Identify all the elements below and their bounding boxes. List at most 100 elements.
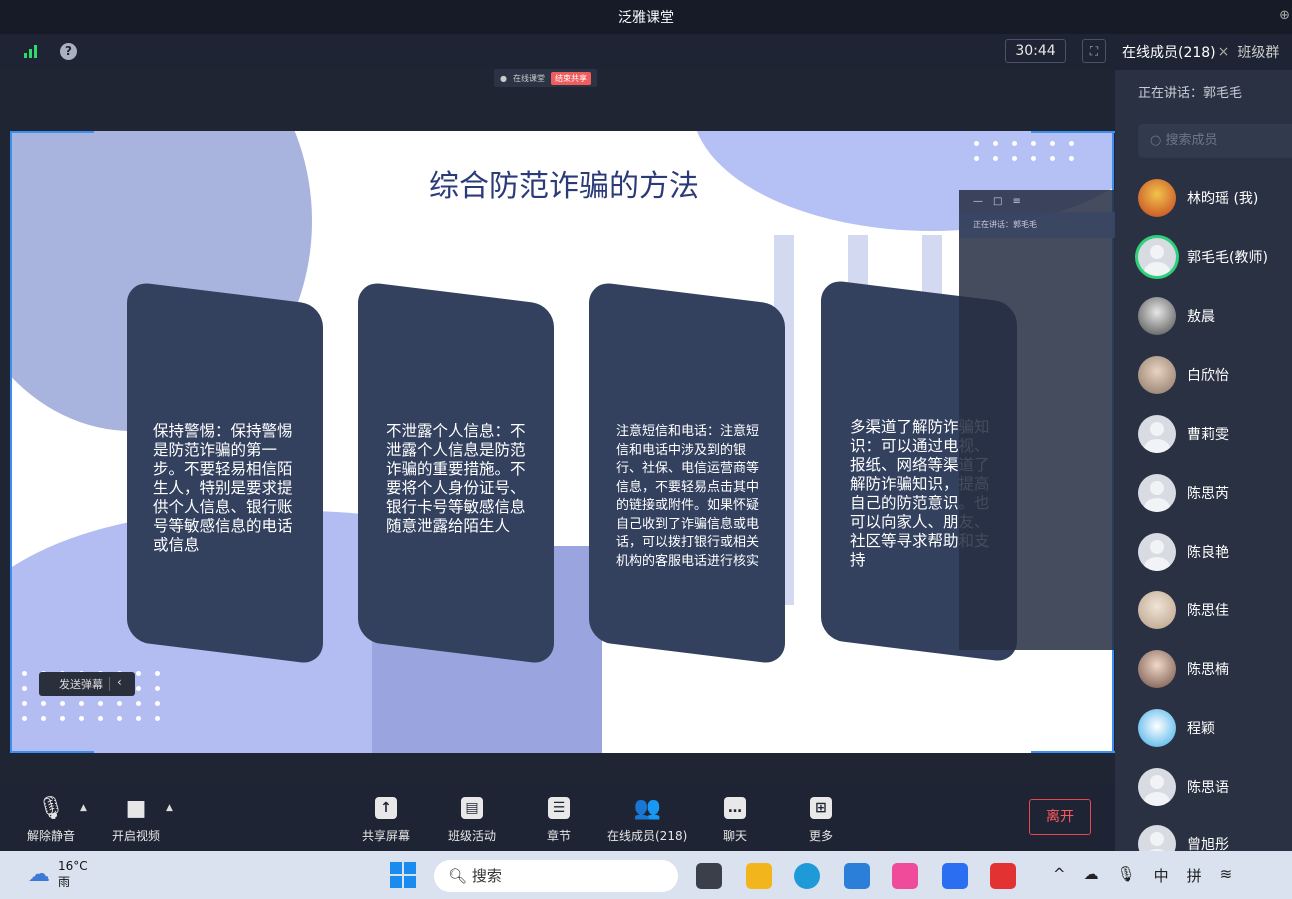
edge-browser-icon[interactable] <box>794 863 820 889</box>
member-item[interactable]: 曾旭彤 <box>1138 825 1229 851</box>
avatar <box>1138 179 1176 217</box>
members-icon: 👥 <box>633 795 661 821</box>
danmu-label: 发送弹幕 <box>59 678 103 691</box>
member-item[interactable]: 陈良艳 <box>1138 533 1229 571</box>
list-icon: ☰ <box>548 797 570 819</box>
signal-icon <box>24 44 37 58</box>
share-label: 在线课堂 <box>512 73 545 83</box>
meeting-toolbar: 🎙 解除静音 ▲ ■ 开启视频 ▲ ↑ 共享屏幕 ▤ 班级活动 ☰ 章节 👥 在… <box>0 783 1115 851</box>
taskbar-search[interactable]: 🔍︎ 搜索 <box>434 860 678 892</box>
member-item[interactable]: 程颖 <box>1138 709 1215 747</box>
card-text: 注意短信和电话：注意短信和电话中涉及到的银行、社保、电信运营商等信息，不要轻易点… <box>616 424 760 569</box>
rain-cloud-icon: ☁ <box>28 862 50 887</box>
avatar <box>1138 650 1176 688</box>
member-item[interactable]: 白欣怡 <box>1138 356 1229 394</box>
caret-up-icon[interactable]: ▲ <box>166 803 173 813</box>
chevron-left-icon[interactable]: ‹ <box>117 675 122 689</box>
camera-off-icon: ■ <box>125 795 147 821</box>
card-text: 保持警惕：保持警惕是防范诈骗的第一步。不要轻易相信陌生人，特别是要求提供个人信息… <box>153 422 293 554</box>
weather-widget[interactable]: ☁ 16°C 雨 <box>28 859 88 890</box>
leave-button[interactable]: 离开 <box>1029 799 1091 835</box>
app-icon[interactable] <box>892 863 918 889</box>
member-item[interactable]: 敖晨 <box>1138 297 1215 335</box>
wifi-icon[interactable]: ≋ <box>1220 865 1233 886</box>
microphone-icon[interactable]: 🎙 <box>1117 865 1136 886</box>
wps-icon[interactable] <box>990 863 1016 889</box>
close-icon[interactable]: × <box>1218 44 1230 60</box>
member-item[interactable]: 陈思芮 <box>1138 474 1229 512</box>
windows-start-icon[interactable] <box>390 862 416 888</box>
avatar <box>1138 768 1176 806</box>
slide-dots <box>974 141 1074 161</box>
more-button[interactable]: ⊞ 更多 <box>809 793 833 844</box>
member-item[interactable]: 陈思语 <box>1138 768 1229 806</box>
floating-mini-window[interactable]: — □ ≡ 正在讲话：郭毛毛 <box>959 190 1115 650</box>
search-icon: ○ <box>1150 133 1166 148</box>
avatar <box>1138 238 1176 276</box>
slide-title: 综合防范诈骗的方法 <box>429 169 699 204</box>
avatar <box>1138 709 1176 747</box>
tab-class-group[interactable]: 班级群 <box>1237 42 1279 62</box>
mini-speaking-label: 正在讲话：郭毛毛 <box>959 212 1115 238</box>
card-text: 不泄露个人信息：不泄露个人信息是防范诈骗的重要措施。不要将个人身份证号、银行卡号… <box>386 422 526 535</box>
current-speaker: 正在讲话：郭毛毛 <box>1138 86 1243 101</box>
share-screen-icon: ↑ <box>375 797 397 819</box>
minimize-icon[interactable]: — <box>973 196 983 207</box>
temperature: 16°C <box>58 859 88 873</box>
store-icon[interactable] <box>844 863 870 889</box>
caret-up-icon[interactable]: ▲ <box>80 803 87 813</box>
member-item[interactable]: 曹莉雯 <box>1138 415 1229 453</box>
member-search-input[interactable]: ○ 搜索成员 <box>1138 124 1292 158</box>
slide-corner-mark <box>1031 131 1115 133</box>
system-tray: ^ ☁ 🎙 中 拼 ≋ <box>1053 865 1232 886</box>
member-item[interactable]: 郭毛毛(教师) <box>1138 238 1268 276</box>
task-view-icon[interactable] <box>696 863 722 889</box>
slide-corner-mark <box>10 131 94 133</box>
start-video-button[interactable]: ■ 开启视频 <box>112 793 160 844</box>
pin-icon[interactable]: ⊕ <box>1279 8 1290 23</box>
cloud-icon[interactable]: ☁ <box>1084 865 1099 886</box>
send-danmu-button[interactable]: 发送弹幕 ‹ <box>39 672 135 696</box>
slide-corner-mark <box>10 751 94 753</box>
ime-language[interactable]: 中 <box>1154 865 1169 886</box>
chat-icon: … <box>724 797 746 819</box>
help-icon[interactable]: ? <box>60 43 77 60</box>
ime-mode[interactable]: 拼 <box>1187 865 1202 886</box>
search-icon: 🔍︎ <box>448 867 472 885</box>
member-item[interactable]: 陈思佳 <box>1138 591 1229 629</box>
avatar <box>1138 415 1176 453</box>
avatar <box>1138 474 1176 512</box>
maximize-icon[interactable]: □ <box>993 196 1002 207</box>
top-info-bar: ? 30:44 ⛶ <box>0 34 1115 68</box>
share-status-tag: ● 在线课堂 结束共享 <box>494 69 597 87</box>
unmute-button[interactable]: 🎙 解除静音 <box>27 793 75 844</box>
online-members-button[interactable]: 👥 在线成员(218) <box>607 793 687 844</box>
info-icon: ● <box>500 73 507 83</box>
tab-online-members[interactable]: 在线成员(218) <box>1115 42 1216 62</box>
avatar <box>1138 297 1176 335</box>
fanya-app-icon[interactable] <box>942 863 968 889</box>
end-share-button[interactable]: 结束共享 <box>550 71 591 85</box>
shared-screen-stage: 综合防范诈骗的方法 保持警惕：保持警惕是防范诈骗的第一步。不要轻易相信陌生人，特… <box>0 68 1115 783</box>
chat-button[interactable]: … 聊天 <box>723 793 747 844</box>
avatar <box>1138 825 1176 851</box>
avatar <box>1138 533 1176 571</box>
share-screen-button[interactable]: ↑ 共享屏幕 <box>362 793 410 844</box>
members-sidebar: 在线成员(218) × 班级群 正在讲话：郭毛毛 ○ 搜索成员 林昀瑶 (我) … <box>1115 34 1292 851</box>
chapters-button[interactable]: ☰ 章节 <box>547 793 571 844</box>
member-item[interactable]: 林昀瑶 (我) <box>1138 179 1258 217</box>
avatar <box>1138 591 1176 629</box>
grid-icon: ⊞ <box>810 797 832 819</box>
mini-window-controls: — □ ≡ <box>959 190 1115 212</box>
member-item[interactable]: 陈思楠 <box>1138 650 1229 688</box>
menu-icon[interactable]: ≡ <box>1012 196 1020 207</box>
avatar <box>1138 356 1176 394</box>
class-activity-button[interactable]: ▤ 班级活动 <box>448 793 496 844</box>
weather-condition: 雨 <box>58 875 71 889</box>
sidebar-tabs: 在线成员(218) × 班级群 <box>1115 34 1292 70</box>
file-explorer-icon[interactable] <box>746 863 772 889</box>
fullscreen-icon[interactable]: ⛶ <box>1082 39 1106 63</box>
shared-slide: 综合防范诈骗的方法 保持警惕：保持警惕是防范诈骗的第一步。不要轻易相信陌生人，特… <box>10 131 1114 753</box>
window-title: 泛雅课堂 <box>618 10 674 26</box>
chevron-up-icon[interactable]: ^ <box>1053 865 1066 886</box>
